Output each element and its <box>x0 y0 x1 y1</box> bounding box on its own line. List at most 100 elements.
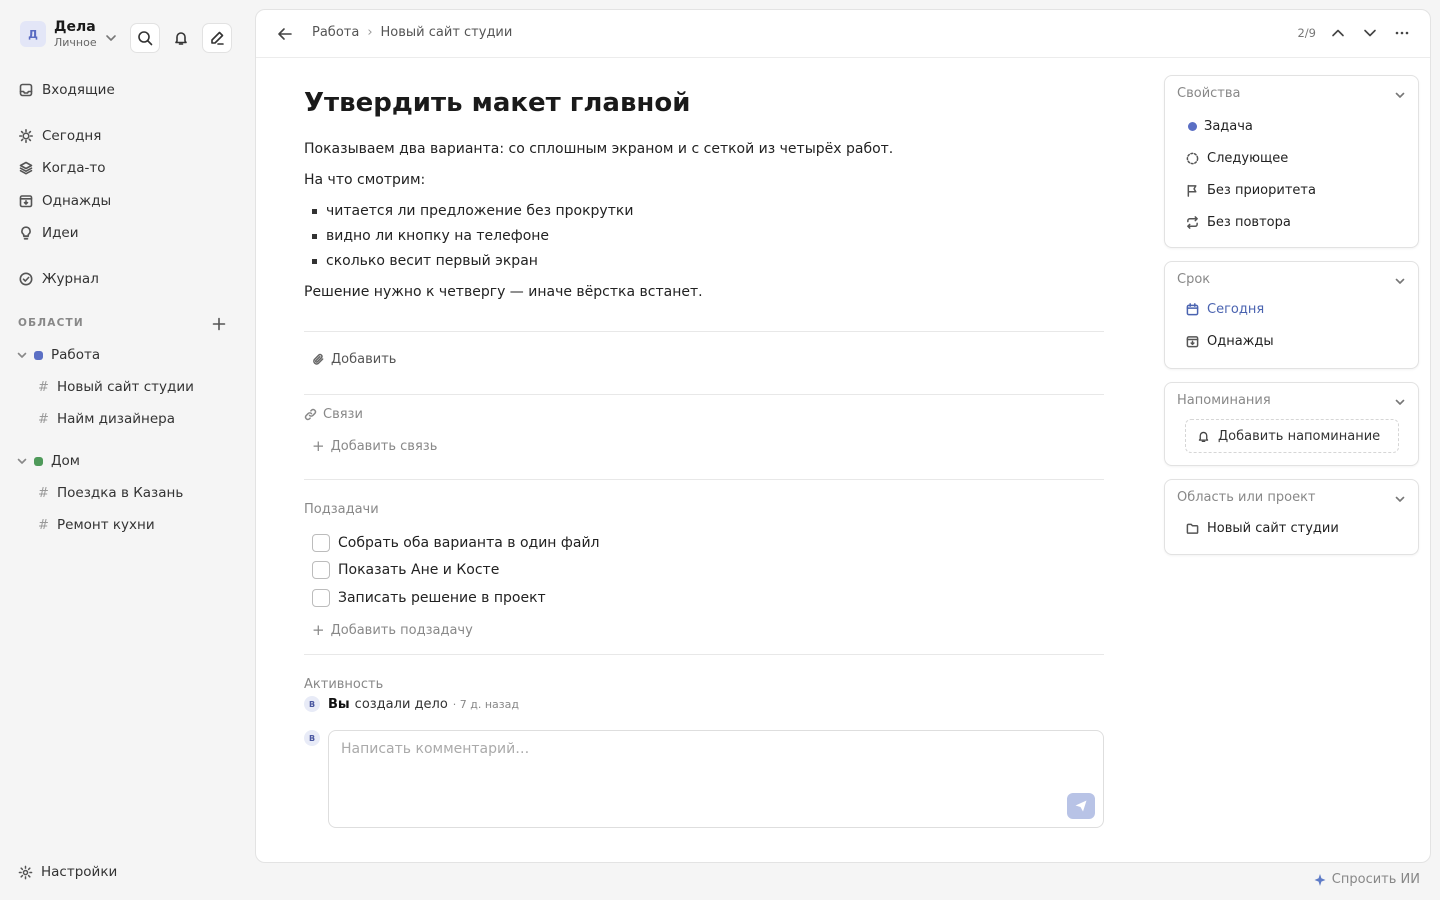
chevron-down-icon[interactable] <box>1394 396 1406 408</box>
task-description[interactable]: Показываем два варианта: со сплошным экр… <box>304 141 893 157</box>
activity-section-label: Активность <box>304 677 384 692</box>
list-item[interactable]: видно ли кнопку на телефоне <box>312 228 549 244</box>
property-type[interactable]: Задача <box>1185 119 1253 134</box>
list-item[interactable]: сколько весит первый экран <box>312 253 538 269</box>
area-work[interactable]: Работа <box>16 344 100 366</box>
project-name: Ремонт кухни <box>57 517 155 533</box>
attach-button[interactable]: Добавить <box>312 352 396 367</box>
breadcrumb: Работа › Новый сайт студии <box>312 25 512 40</box>
property-repeat-label: Без повтора <box>1207 215 1291 230</box>
project-item[interactable]: # Ремонт кухни <box>38 514 155 536</box>
add-subtask-button[interactable]: + Добавить подзадачу <box>312 621 473 639</box>
subtask-row: Собрать оба варианта в один файл <box>312 534 600 552</box>
subtask-row: Показать Ане и Косте <box>312 561 499 579</box>
chevron-up-icon[interactable] <box>1330 25 1346 41</box>
nav-ideas-label: Идеи <box>42 225 79 241</box>
breadcrumb-area[interactable]: Работа <box>312 25 359 40</box>
plus-icon: + <box>312 437 325 455</box>
task-title[interactable]: Утвердить макет главной <box>304 88 690 118</box>
area-name: Работа <box>51 347 101 363</box>
subtask-row: Записать решение в проект <box>312 589 546 607</box>
workspace-switcher[interactable]: Д Дела Личное <box>20 18 97 50</box>
archive-icon <box>18 193 34 209</box>
nav-today[interactable]: Сегодня <box>18 124 101 148</box>
breadcrumb-separator: › <box>367 25 373 40</box>
plus-icon: + <box>312 621 325 639</box>
subtask-checkbox[interactable] <box>312 561 330 579</box>
chevron-down-icon[interactable] <box>1394 493 1406 505</box>
chevron-down-icon[interactable] <box>1362 25 1378 41</box>
hash-icon: # <box>38 411 49 427</box>
project-panel: Область или проект Новый сайт студии <box>1164 479 1419 555</box>
project-item[interactable]: # Найм дизайнера <box>38 408 175 430</box>
chevron-down-icon[interactable] <box>104 31 118 45</box>
subtask-checkbox[interactable] <box>312 589 330 607</box>
project-item[interactable]: # Поездка в Казань <box>38 482 183 504</box>
avatar: В <box>304 696 320 712</box>
panel-title: Срок <box>1177 272 1211 287</box>
hash-icon: # <box>38 485 49 501</box>
chevron-down-icon[interactable] <box>1394 89 1406 101</box>
property-status[interactable]: Следующее <box>1185 151 1288 166</box>
area-home[interactable]: Дом <box>16 450 80 472</box>
workspace-avatar: Д <box>20 21 46 47</box>
area-name: Дом <box>51 453 80 469</box>
nav-once-label: Однажды <box>42 193 112 209</box>
back-arrow-icon[interactable] <box>276 25 294 43</box>
project-value[interactable]: Новый сайт студии <box>1185 521 1339 536</box>
gear-icon <box>18 865 33 880</box>
activity-action: создали дело <box>354 696 448 712</box>
search-button[interactable] <box>130 23 160 53</box>
nav-someday[interactable]: Когда-то <box>18 156 106 180</box>
nav-settings[interactable]: Настройки <box>18 864 117 880</box>
property-repeat[interactable]: Без повтора <box>1185 215 1291 230</box>
settings-label: Настройки <box>41 864 118 880</box>
notifications-button[interactable] <box>166 23 196 53</box>
nav-inbox[interactable]: Входящие <box>18 78 115 102</box>
avatar: В <box>304 730 320 746</box>
link-icon <box>304 408 317 421</box>
breadcrumb-project[interactable]: Новый сайт студии <box>381 25 513 40</box>
task-detail-card: Работа › Новый сайт студии 2/9 Утвердить… <box>255 9 1431 863</box>
chevron-down-icon[interactable] <box>16 455 28 467</box>
sparkle-icon <box>1313 873 1327 887</box>
subtask-checkbox[interactable] <box>312 534 330 552</box>
edit-icon <box>209 30 225 46</box>
chevron-down-icon[interactable] <box>1394 275 1406 287</box>
nav-someday-label: Когда-то <box>42 160 106 176</box>
due-today[interactable]: Сегодня <box>1185 302 1264 317</box>
type-dot <box>1185 120 1199 134</box>
paperclip-icon <box>312 353 325 366</box>
property-status-label: Следующее <box>1207 151 1289 166</box>
nav-ideas[interactable]: Идеи <box>18 221 79 245</box>
calendar-icon <box>1185 303 1199 317</box>
task-lead[interactable]: На что смотрим: <box>304 172 425 188</box>
sidebar: Д Дела Личное Входящие Сегодня Когда-то <box>0 0 254 900</box>
new-task-button[interactable] <box>202 23 232 53</box>
subtask-text[interactable]: Собрать оба варианта в один файл <box>338 535 600 551</box>
activity-entry: В Вы создали дело · 7 д. назад <box>304 696 519 712</box>
add-link-button[interactable]: + Добавить связь <box>312 437 437 455</box>
subtask-text[interactable]: Показать Ане и Косте <box>338 562 499 578</box>
area-color-dot <box>34 350 43 360</box>
comment-input[interactable]: Написать комментарий… <box>328 730 1104 828</box>
subtask-text[interactable]: Записать решение в проект <box>338 590 546 606</box>
send-button[interactable] <box>1067 793 1095 819</box>
add-reminder-button[interactable]: Добавить напоминание <box>1185 419 1399 453</box>
property-type-label: Задача <box>1204 119 1253 134</box>
nav-once[interactable]: Однажды <box>18 189 111 213</box>
more-icon[interactable] <box>1394 25 1410 41</box>
task-closing[interactable]: Решение нужно к четвергу — иначе вёрстка… <box>304 284 703 300</box>
add-reminder-label: Добавить напоминание <box>1218 428 1381 444</box>
chevron-down-icon[interactable] <box>16 349 28 361</box>
ask-ai-label: Спросить ИИ <box>1331 872 1420 887</box>
repeat-icon <box>1185 216 1199 230</box>
nav-journal[interactable]: Журнал <box>18 267 99 291</box>
areas-section-label: ОБЛАСТИ <box>18 317 84 329</box>
add-area-icon[interactable] <box>212 317 226 331</box>
project-item[interactable]: # Новый сайт студии <box>38 376 194 398</box>
property-priority[interactable]: Без приоритета <box>1185 183 1316 198</box>
ask-ai-button[interactable]: Спросить ИИ <box>1313 872 1420 887</box>
due-once[interactable]: Однажды <box>1185 334 1274 349</box>
list-item[interactable]: читается ли предложение без прокрутки <box>312 203 633 219</box>
